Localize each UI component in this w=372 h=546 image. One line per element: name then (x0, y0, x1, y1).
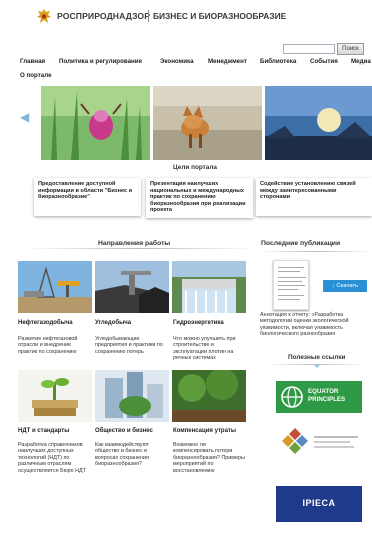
tile-title-society[interactable]: Общество и бизнес (95, 428, 153, 434)
directions-title: Направления работы (98, 240, 171, 247)
tile-compensation-image[interactable] (172, 370, 246, 422)
nav-item-media[interactable]: Медиа (351, 58, 371, 65)
section-divider (22, 248, 258, 249)
tile-desc-oil-gas: Развитие нефтегазовой отрасли и внедрени… (18, 336, 78, 355)
goal-card-2[interactable]: Презентация наилучших национальных и меж… (146, 178, 253, 218)
publication-annotation[interactable]: Аннотация к отчету: «Разработка методоло… (260, 312, 372, 338)
partner-biodiversity-logo[interactable] (280, 426, 310, 456)
about-portal-link[interactable]: О портале (20, 72, 52, 79)
tile-title-oil-gas[interactable]: Нефтегазодобыча (18, 320, 73, 326)
useful-links-title: Полезные ссылки (288, 354, 346, 361)
download-label: Скачать (336, 283, 359, 289)
nav-item-events[interactable]: События (310, 58, 338, 65)
biodiversity-mosaic-icon (282, 428, 308, 454)
equator-principles-label: EQUATOR PRINCIPLES (308, 388, 346, 403)
tile-desc-standards: Разработка справочников наилучших доступ… (18, 442, 86, 474)
publication-cover[interactable] (273, 260, 309, 310)
useful-links-pointer-icon (313, 364, 321, 368)
nav-item-home[interactable]: Главная (20, 58, 45, 65)
hero-slider (26, 86, 372, 160)
tile-standards-image[interactable] (18, 370, 92, 422)
tile-desc-hydro: Что можно улучшить при строительстве и э… (173, 336, 236, 362)
site-subtitle: БИЗНЕС И БИОРАЗНООБРАЗИЕ (153, 11, 287, 21)
nav-item-economics[interactable]: Экономика (160, 58, 194, 65)
tile-title-standards[interactable]: НДТ и стандарты (18, 428, 69, 434)
site-header: РОСПРИРОДНАДЗОР БИЗНЕС И БИОРАЗНООБРАЗИЕ (0, 0, 372, 36)
tile-title-coal[interactable]: Угледобыча (95, 320, 131, 326)
goals-title: Цели портала (173, 164, 217, 171)
tile-desc-compensation: Возможно ли компенсировать потери биораз… (173, 442, 245, 474)
nav-item-policy[interactable]: Политика и регулирование (59, 58, 142, 65)
tile-society-image[interactable] (95, 370, 169, 422)
latest-publication: ↓ Скачать Аннотация к отчету: «Разработк… (259, 256, 372, 346)
brand-name[interactable]: РОСПРИРОДНАДЗОР (57, 11, 150, 21)
search-button[interactable]: Поиск (337, 43, 364, 55)
tile-oil-gas-image[interactable] (18, 261, 92, 313)
partner-ipieca[interactable]: IPIECA (276, 486, 362, 522)
nav-item-library[interactable]: Библиотека (260, 58, 296, 65)
slide-orchid-image[interactable] (41, 86, 150, 160)
partner-small-text-logo[interactable] (314, 432, 362, 450)
download-button[interactable]: ↓ Скачать (323, 280, 367, 292)
slide-sunset-image[interactable] (265, 86, 372, 160)
main-nav: Главная Политика и регулирование Экономи… (20, 58, 372, 68)
tile-desc-society: Как взаимодействуют общество и бизнес в … (95, 442, 150, 468)
globe-icon (281, 386, 303, 408)
partner-equator-principles[interactable]: EQUATOR PRINCIPLES (276, 381, 362, 413)
tile-title-compensation[interactable]: Компенсация утраты (173, 428, 236, 434)
eagle-emblem-icon (37, 9, 51, 23)
tile-coal-image[interactable] (95, 261, 169, 313)
ipieca-label: IPIECA (302, 498, 336, 508)
tile-desc-coal: Угледобывающие предприятия и практики по… (95, 336, 163, 355)
tile-title-hydro[interactable]: Гидроэнергетика (173, 320, 224, 326)
search-input[interactable] (283, 44, 335, 54)
goal-card-3[interactable]: Содействие установлению связей между заи… (256, 178, 372, 216)
slide-fox-image[interactable] (153, 86, 262, 160)
nav-item-management[interactable]: Менеджмент (208, 58, 247, 65)
tile-hydro-image[interactable] (172, 261, 246, 313)
publications-title: Последние публикации (261, 240, 341, 247)
publications-divider (259, 251, 372, 252)
goal-card-1[interactable]: Предоставление доступной информации в об… (34, 178, 141, 216)
brand-divider (148, 10, 149, 22)
